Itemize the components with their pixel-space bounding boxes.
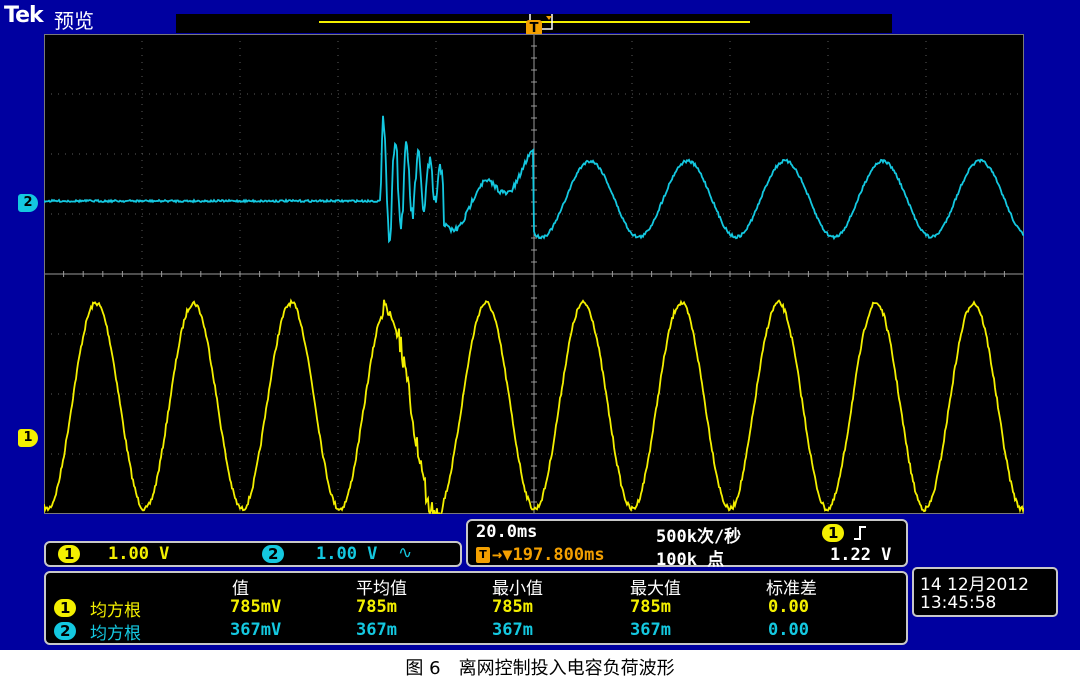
channel-scale-readout[interactable]: 1 1.00 V 2 1.00 V ∿ [44, 541, 462, 567]
ch1-badge: 1 [58, 545, 81, 563]
row2-label: 均方根 [90, 624, 141, 644]
ch2-badge: 2 [262, 545, 285, 563]
acquisition-mode-label: 预览 [54, 9, 94, 33]
trigger-offset-badge: T [476, 547, 490, 563]
ch1-ground-marker[interactable]: 1 [18, 429, 38, 447]
row2-badge: 2 [54, 622, 77, 640]
record-length-value: 100k 点 [656, 550, 725, 570]
header-mean: 平均值 [356, 579, 407, 599]
ch2-marker-label: 2 [23, 195, 33, 210]
row2-mean: 367m [356, 620, 397, 640]
header-value: 值 [232, 579, 249, 599]
ch1-marker-label: 1 [23, 430, 33, 445]
header-std-dev: 标准差 [766, 579, 817, 599]
waveform-display[interactable] [44, 34, 1024, 514]
row1-std-dev: 0.00 [768, 597, 809, 617]
record-pointer-icon [546, 16, 552, 20]
row1-label: 均方根 [90, 601, 141, 621]
row1-mean: 785m [356, 597, 397, 617]
ch2-ground-marker[interactable]: 2 [18, 194, 38, 212]
graticule-grid [44, 34, 1024, 514]
row1-badge: 1 [54, 599, 77, 617]
row1-min: 785m [492, 597, 533, 617]
row2-std-dev: 0.00 [768, 620, 809, 640]
row1-max: 785m [630, 597, 671, 617]
horizontal-scale-value: 20.0ms [476, 522, 538, 542]
figure-caption: 图 6 离网控制投入电容负荷波形 [405, 658, 675, 679]
time-value: 13:45:58 [920, 593, 997, 613]
trigger-source-badge: 1 [822, 524, 845, 542]
oscilloscope-frame: Tek 预览 T T 2 1 1 1.00 [0, 0, 1080, 650]
date-value: 14 12月2012 [920, 575, 1029, 595]
header-max: 最大值 [630, 579, 681, 599]
ch1-scale-value: 1.00 V [108, 544, 170, 564]
waveform-graticule [44, 34, 1024, 514]
measurement-table[interactable]: 值 平均值 最小值 最大值 标准差 1 均方根 785mV 785m 785m … [44, 571, 908, 645]
header-min: 最小值 [492, 579, 543, 599]
trigger-position-value: →▼197.800ms [492, 545, 605, 565]
row2-max: 367m [630, 620, 671, 640]
row1-value: 785mV [230, 597, 282, 617]
ch2-bandwidth-limit-icon: ∿ [398, 543, 413, 563]
rising-edge-icon [854, 526, 866, 540]
datetime-display: 14 12月2012 13:45:58 [912, 567, 1058, 617]
sample-rate-value: 500k次/秒 [656, 527, 742, 547]
row2-value: 367mV [230, 620, 282, 640]
trigger-level-value: 1.22 V [830, 545, 892, 565]
timebase-trigger-readout[interactable]: 20.0ms 500k次/秒 1 T →▼197.800ms 100k 点 1.… [466, 519, 908, 570]
row2-min: 367m [492, 620, 533, 640]
ch2-scale-value: 1.00 V [316, 544, 378, 564]
tek-logo: Tek [4, 3, 44, 28]
